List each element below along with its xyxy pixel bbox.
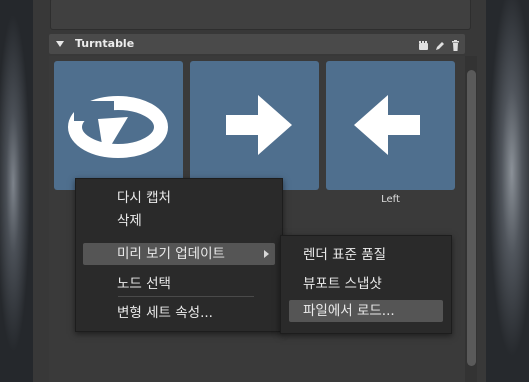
- variant-thumbnail-left[interactable]: [326, 61, 455, 190]
- trash-icon[interactable]: [450, 37, 461, 51]
- variant-thumbnail-rotate[interactable]: [54, 61, 183, 190]
- section-header[interactable]: Turntable: [49, 34, 465, 54]
- submenu-arrow-icon: [264, 250, 269, 258]
- pencil-icon[interactable]: [434, 37, 445, 50]
- camera-icon[interactable]: [418, 37, 429, 50]
- variant-thumbnail-right[interactable]: [190, 61, 319, 190]
- submenu-item-viewport-snapshot[interactable]: 뷰포트 스냅샷: [303, 273, 382, 295]
- menu-item-update-preview-label: 미리 보기 업데이트: [117, 246, 225, 262]
- menu-item-select-node[interactable]: 노드 선택: [117, 273, 171, 295]
- background-scene-right: [486, 0, 529, 382]
- rotate-icon: [68, 96, 168, 158]
- scrollbar-thumb[interactable]: [467, 70, 476, 366]
- menu-item-delete[interactable]: 삭제: [117, 210, 142, 232]
- submenu-item-load-from-file[interactable]: 파일에서 로드...: [289, 300, 443, 322]
- arrow-left-icon: [354, 95, 420, 155]
- thumbnail-label-left: Left: [381, 194, 400, 205]
- previous-section-box: [50, 0, 471, 30]
- context-menu: 다시 캡처 삭제 미리 보기 업데이트 노드 선택 변형 세트 속성...: [75, 178, 283, 332]
- section-title: Turntable: [75, 37, 135, 50]
- submenu-item-render-standard[interactable]: 렌더 표준 품질: [303, 244, 386, 266]
- menu-item-variant-set-properties[interactable]: 변형 세트 속성...: [117, 302, 213, 324]
- menu-item-recapture[interactable]: 다시 캡처: [117, 187, 171, 209]
- menu-item-update-preview[interactable]: 미리 보기 업데이트: [83, 243, 275, 265]
- collapse-triangle-icon[interactable]: [56, 41, 64, 47]
- menu-separator: [118, 296, 254, 297]
- submenu: 렌더 표준 품질 뷰포트 스냅샷 파일에서 로드...: [280, 235, 452, 334]
- background-scene-left: [0, 0, 33, 382]
- arrow-right-icon: [226, 95, 292, 155]
